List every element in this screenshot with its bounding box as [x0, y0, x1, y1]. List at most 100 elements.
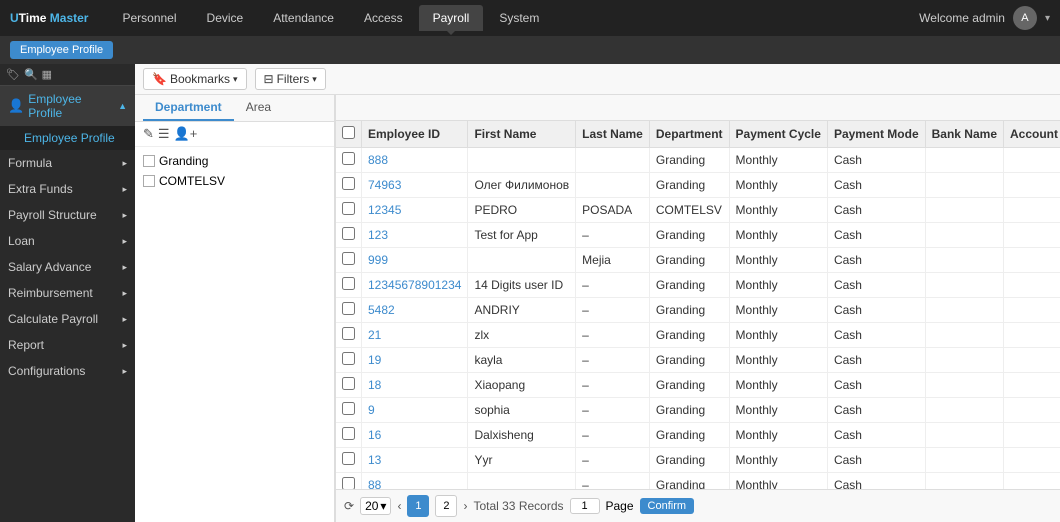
- nav-device[interactable]: Device: [193, 5, 258, 31]
- select-all-checkbox[interactable]: [342, 126, 355, 139]
- page-size-caret: ▾: [380, 499, 386, 513]
- cell-cycle-10: Monthly: [729, 398, 827, 423]
- cell-first-name-3: Test for App: [468, 223, 576, 248]
- sub-tab-employee-profile[interactable]: Employee Profile: [10, 41, 113, 59]
- next-page-btn[interactable]: ›: [463, 499, 467, 513]
- cell-dept-4: Granding: [649, 248, 729, 273]
- sidebar-item-reimbursement[interactable]: Reimbursement ▸: [0, 280, 135, 306]
- cell-bank-7: [925, 323, 1003, 348]
- cell-employee-id-4[interactable]: 999: [362, 248, 468, 273]
- cell-employee-id-6[interactable]: 5482: [362, 298, 468, 323]
- pagination-refresh-icon[interactable]: ⟳: [344, 499, 354, 513]
- cell-employee-id-12[interactable]: 13: [362, 448, 468, 473]
- col-checkbox: [336, 121, 362, 148]
- cell-dept-1: Granding: [649, 173, 729, 198]
- dept-edit-icon[interactable]: ✎: [143, 126, 154, 142]
- sub-navigation: Employee Profile: [0, 36, 1060, 64]
- logo-master: Master: [50, 11, 89, 25]
- page-btn-2[interactable]: 2: [435, 495, 457, 517]
- page-size-select[interactable]: 20 ▾: [360, 497, 391, 515]
- left-tabs: Department Area: [135, 95, 334, 122]
- sidebar-item-loan[interactable]: Loan ▸: [0, 228, 135, 254]
- tab-department[interactable]: Department: [143, 95, 234, 121]
- row-checkbox-7[interactable]: [342, 327, 355, 340]
- tree-checkbox-granding[interactable]: [143, 155, 155, 167]
- cell-employee-id-2[interactable]: 12345: [362, 198, 468, 223]
- page-jump-input[interactable]: [570, 498, 600, 514]
- cell-mode-11: Cash: [827, 423, 925, 448]
- cell-dept-2: COMTELSV: [649, 198, 729, 223]
- user-menu-icon[interactable]: ▾: [1045, 13, 1050, 24]
- sidebar-item-formula[interactable]: Formula ▸: [0, 150, 135, 176]
- cell-mode-9: Cash: [827, 373, 925, 398]
- user-avatar[interactable]: A: [1013, 6, 1037, 30]
- sidebar-qr-icon[interactable]: ▦: [42, 68, 52, 81]
- cell-dept-13: Granding: [649, 473, 729, 490]
- cell-cycle-0: Monthly: [729, 148, 827, 173]
- sidebar-loan-label: Loan: [8, 234, 35, 248]
- sidebar-tag-icon[interactable]: 🏷: [6, 68, 20, 81]
- cell-employee-id-3[interactable]: 123: [362, 223, 468, 248]
- logo-utime: U: [10, 11, 19, 25]
- row-checkbox-9[interactable]: [342, 377, 355, 390]
- cell-employee-id-7[interactable]: 21: [362, 323, 468, 348]
- row-checkbox-13[interactable]: [342, 477, 355, 489]
- cell-first-name-7: zlx: [468, 323, 576, 348]
- row-checkbox-1[interactable]: [342, 177, 355, 190]
- nav-attendance[interactable]: Attendance: [259, 5, 348, 31]
- row-checkbox-8[interactable]: [342, 352, 355, 365]
- page-btn-1[interactable]: 1: [407, 495, 429, 517]
- table-row: 18 Xiaopang – Granding Monthly Cash ✓: [336, 373, 1060, 398]
- col-payment-cycle: Payment Cycle: [729, 121, 827, 148]
- cell-first-name-4: [468, 248, 576, 273]
- left-panel: Department Area ✎ ☰ 👤+ Granding COMTELSV: [135, 95, 335, 522]
- cell-employee-id-1[interactable]: 74963: [362, 173, 468, 198]
- nav-system[interactable]: System: [485, 5, 553, 31]
- sidebar-item-salary-advance[interactable]: Salary Advance ▸: [0, 254, 135, 280]
- tree-checkbox-comtelsv[interactable]: [143, 175, 155, 187]
- cell-last-name-1: [576, 173, 650, 198]
- sidebar-calculate-payroll-arrow: ▸: [122, 314, 127, 325]
- cell-employee-id-11[interactable]: 16: [362, 423, 468, 448]
- cell-employee-id-8[interactable]: 19: [362, 348, 468, 373]
- sidebar-search-icon[interactable]: 🔍: [24, 68, 38, 81]
- sidebar-item-employee-profile[interactable]: 👤 Employee Profile ▲: [0, 86, 135, 126]
- sidebar-item-payroll-structure[interactable]: Payroll Structure ▸: [0, 202, 135, 228]
- row-checkbox-11[interactable]: [342, 427, 355, 440]
- row-checkbox-10[interactable]: [342, 402, 355, 415]
- page-confirm-button[interactable]: Confirm: [640, 498, 695, 514]
- filters-button[interactable]: ⊟ Filters ▾: [255, 68, 326, 90]
- sidebar-search-bar: 🏷 🔍 ▦: [0, 64, 135, 86]
- dept-add-user-icon[interactable]: 👤+: [174, 126, 198, 142]
- cell-employee-id-0[interactable]: 888: [362, 148, 468, 173]
- cell-employee-id-5[interactable]: 12345678901234: [362, 273, 468, 298]
- sidebar-item-report[interactable]: Report ▸: [0, 332, 135, 358]
- cell-employee-id-10[interactable]: 9: [362, 398, 468, 423]
- row-checkbox-12[interactable]: [342, 452, 355, 465]
- row-checkbox-4[interactable]: [342, 252, 355, 265]
- row-checkbox-3[interactable]: [342, 227, 355, 240]
- row-checkbox-6[interactable]: [342, 302, 355, 315]
- prev-page-btn[interactable]: ‹: [397, 499, 401, 513]
- cell-last-name-13: –: [576, 473, 650, 490]
- cell-employee-id-13[interactable]: 88: [362, 473, 468, 490]
- row-checkbox-2[interactable]: [342, 202, 355, 215]
- nav-payroll[interactable]: Payroll: [419, 5, 484, 31]
- cell-account-12: [1004, 448, 1060, 473]
- row-checkbox-0[interactable]: [342, 152, 355, 165]
- tab-area[interactable]: Area: [234, 95, 283, 121]
- bookmarks-button[interactable]: 🔖 Bookmarks ▾: [143, 68, 247, 90]
- tree-item-comtelsv[interactable]: COMTELSV: [143, 171, 326, 191]
- cell-mode-3: Cash: [827, 223, 925, 248]
- nav-access[interactable]: Access: [350, 5, 417, 31]
- pagination: ⟳ 20 ▾ ‹ 1 2 › Total 33 Records Page Con…: [336, 489, 1060, 522]
- sidebar-item-calculate-payroll[interactable]: Calculate Payroll ▸: [0, 306, 135, 332]
- tree-item-granding[interactable]: Granding: [143, 151, 326, 171]
- row-checkbox-5[interactable]: [342, 277, 355, 290]
- cell-employee-id-9[interactable]: 18: [362, 373, 468, 398]
- sidebar-item-configurations[interactable]: Configurations ▸: [0, 358, 135, 384]
- nav-personnel[interactable]: Personnel: [108, 5, 190, 31]
- sidebar-item-extra-funds[interactable]: Extra Funds ▸: [0, 176, 135, 202]
- sidebar-sub-employee-profile[interactable]: Employee Profile: [16, 126, 135, 150]
- dept-list-icon[interactable]: ☰: [158, 126, 170, 142]
